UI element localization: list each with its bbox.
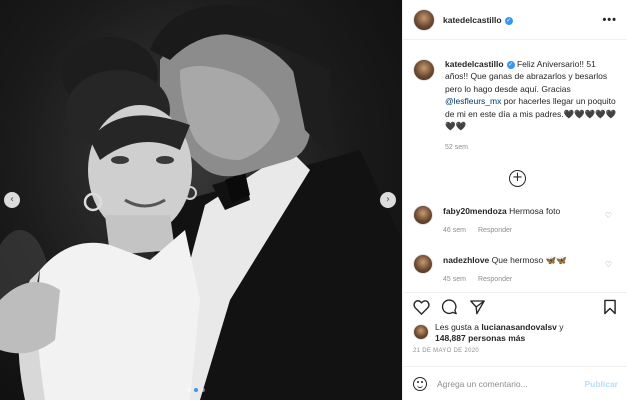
share-icon[interactable] bbox=[469, 299, 486, 315]
carousel-indicator bbox=[187, 388, 205, 392]
comment-time: 46 sem bbox=[443, 227, 466, 234]
post-caption: katedelcastillo ✓ Feliz Aniversario!! 51 … bbox=[403, 48, 627, 155]
bookmark-icon[interactable] bbox=[603, 299, 617, 315]
comment-username[interactable]: faby20mendoza bbox=[443, 206, 507, 216]
heart-icon[interactable] bbox=[413, 299, 430, 315]
avatar[interactable] bbox=[413, 205, 433, 225]
caption-time: 52 sem bbox=[445, 144, 468, 152]
emoji-icon[interactable] bbox=[413, 376, 427, 391]
comment-text: Que hermoso 🦋🦋 bbox=[491, 255, 567, 265]
avatar[interactable] bbox=[413, 324, 429, 340]
caption-username[interactable]: katedelcastillo bbox=[445, 59, 504, 69]
reply-button[interactable]: Responder bbox=[478, 227, 512, 234]
previous-photo-button[interactable]: ‹ bbox=[4, 192, 20, 208]
likes-prefix: Les gusta a bbox=[435, 322, 482, 332]
caption-body: katedelcastillo ✓ Feliz Aniversario!! 51 … bbox=[445, 58, 618, 155]
avatar[interactable] bbox=[413, 254, 433, 274]
post-photo[interactable]: ‹ › bbox=[0, 0, 402, 400]
chevron-right-icon: › bbox=[386, 194, 390, 205]
likes-middle: y bbox=[556, 322, 564, 332]
comment-username[interactable]: nadezhlove bbox=[443, 255, 489, 265]
carousel-dot bbox=[201, 388, 205, 392]
publish-button[interactable]: Publicar bbox=[584, 379, 618, 389]
reply-button[interactable]: Responder bbox=[478, 276, 512, 283]
verified-badge-icon: ✓ bbox=[504, 16, 513, 25]
photo-illustration bbox=[0, 4, 402, 400]
comment-item: faby20mendoza Hermosa foto 46 sem Respond… bbox=[413, 205, 618, 237]
more-options-icon[interactable]: ••• bbox=[602, 14, 617, 26]
plus-circle-icon[interactable]: + bbox=[509, 170, 526, 187]
comment-item: nadezhlove Que hermoso 🦋🦋 45 sem Responde… bbox=[413, 254, 618, 286]
like-comment-heart-icon[interactable]: ♡ bbox=[605, 260, 612, 269]
caption-mention-link[interactable]: @lesfleurs_mx bbox=[445, 96, 501, 106]
carousel-dot bbox=[187, 388, 191, 392]
liker-username[interactable]: lucianasandovalsv bbox=[481, 322, 557, 332]
comment-icon[interactable] bbox=[441, 299, 458, 315]
comment-text: Hermosa foto bbox=[509, 206, 561, 216]
post-date: 21 DE MAYO DE 2020 bbox=[413, 348, 479, 354]
comments-section: katedelcastillo ✓ Feliz Aniversario!! 51 … bbox=[403, 48, 627, 155]
verified-badge-icon: ✓ bbox=[506, 61, 515, 69]
post-actions bbox=[403, 292, 627, 320]
post-side-panel: katedelcastillo ✓ ••• katedelcastillo ✓ Fe… bbox=[402, 0, 627, 400]
avatar[interactable] bbox=[413, 59, 435, 81]
carousel-dot-active bbox=[194, 388, 198, 392]
chevron-left-icon: ‹ bbox=[10, 194, 14, 205]
likes-summary: Les gusta a lucianasandovalsv y 148,887 … bbox=[413, 322, 564, 344]
like-comment-heart-icon[interactable]: ♡ bbox=[605, 211, 612, 220]
post-author-username[interactable]: katedelcastillo ✓ bbox=[443, 15, 513, 25]
next-photo-button[interactable]: › bbox=[380, 192, 396, 208]
comment-time: 45 sem bbox=[443, 276, 466, 283]
add-comment-bar: Publicar bbox=[403, 366, 627, 400]
likes-count-link[interactable]: 148,887 personas más bbox=[435, 333, 525, 343]
post-header: katedelcastillo ✓ ••• bbox=[403, 0, 627, 40]
avatar[interactable] bbox=[413, 8, 435, 31]
comment-input[interactable] bbox=[437, 378, 572, 389]
